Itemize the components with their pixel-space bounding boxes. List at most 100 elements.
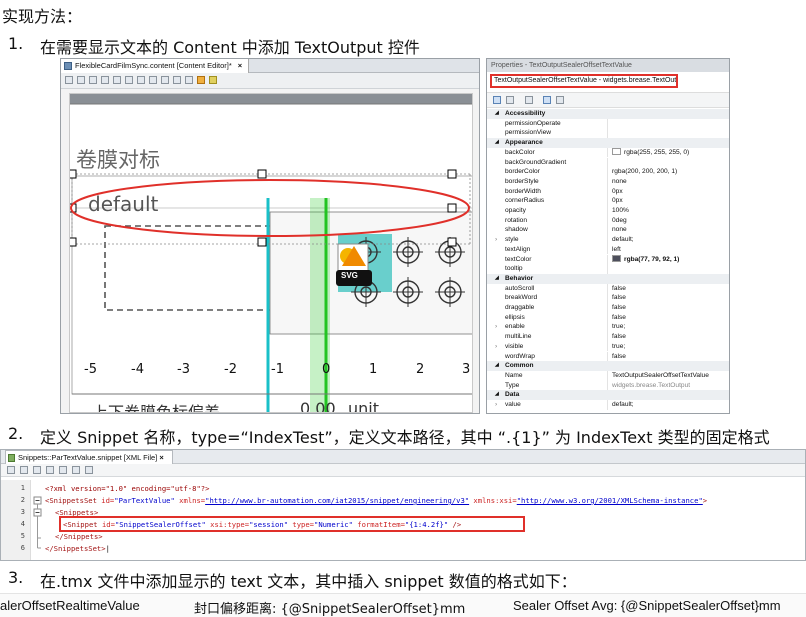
collapse-icon[interactable]: ◢ <box>495 138 499 148</box>
validate-icon[interactable] <box>20 466 28 474</box>
property-value[interactable]: default; <box>612 400 634 410</box>
property-value[interactable]: TextOutputSealerOffsetTextValue <box>612 371 709 381</box>
ungroup-icon[interactable] <box>173 76 181 84</box>
outdent-icon[interactable] <box>46 466 54 474</box>
align-bottom-icon[interactable] <box>113 76 121 84</box>
align-center-icon[interactable] <box>77 76 85 84</box>
color-swatch[interactable] <box>612 254 621 262</box>
property-category[interactable]: ◢ Appearance <box>487 138 729 148</box>
property-category[interactable]: ◢ Behavior <box>487 273 729 284</box>
xml-tab[interactable]: Snippets::ParTextValue.snippet [XML File… <box>5 450 173 464</box>
property-value[interactable]: 100% <box>612 206 629 216</box>
snippets-close-line[interactable]: </Snippets> <box>55 532 103 541</box>
collapse-icon[interactable]: ◢ <box>495 109 499 119</box>
property-row[interactable]: permissionView <box>487 128 729 139</box>
property-value[interactable]: rgba(77, 79, 92, 1) <box>612 254 679 265</box>
property-category[interactable]: ◢ Data <box>487 390 729 400</box>
property-row[interactable]: › style default; <box>487 235 729 245</box>
property-row[interactable]: › visible true; <box>487 341 729 352</box>
align-right-icon[interactable] <box>89 76 97 84</box>
close-icon[interactable]: × <box>159 453 163 462</box>
snippetsset-close-line[interactable]: </SnippetsSet>| <box>45 544 110 553</box>
property-category[interactable]: ◢ Accessibility <box>487 109 729 119</box>
property-row[interactable]: opacity 100% <box>487 206 729 216</box>
property-value[interactable]: false <box>612 303 626 313</box>
property-row[interactable]: borderWidth 0px <box>487 186 729 197</box>
property-value[interactable]: left <box>612 245 621 255</box>
property-row[interactable]: draggable false <box>487 303 729 313</box>
property-row[interactable]: ellipsis false <box>487 312 729 323</box>
property-value[interactable]: true; <box>612 322 625 332</box>
group-icon[interactable] <box>161 76 169 84</box>
text-output-widget[interactable]: default <box>88 192 158 216</box>
property-row[interactable]: tooltip <box>487 264 729 274</box>
property-row[interactable]: backColor rgba(255, 255, 255, 0) <box>487 147 729 158</box>
property-value[interactable]: widgets.brease.TextOutput <box>612 381 690 391</box>
property-row[interactable]: Type widgets.brease.TextOutput <box>487 380 729 391</box>
property-value[interactable]: none <box>612 177 627 187</box>
property-row[interactable]: textAlign left <box>487 244 729 255</box>
property-value[interactable]: rgba(200, 200, 200, 1) <box>612 167 677 177</box>
property-value[interactable]: 0deg <box>612 216 627 226</box>
property-row[interactable]: rotation 0deg <box>487 215 729 226</box>
uncomment-icon[interactable] <box>72 466 80 474</box>
property-row[interactable]: multiLine false <box>487 332 729 342</box>
distribute-icon[interactable] <box>125 76 133 84</box>
snippetsset-line[interactable]: <SnippetsSet id="ParTextValue" xmlns="ht… <box>45 496 707 505</box>
property-row[interactable]: Name TextOutputSealerOffsetTextValue <box>487 370 729 381</box>
property-row[interactable]: borderColor rgba(200, 200, 200, 1) <box>487 167 729 177</box>
property-value[interactable]: true; <box>612 342 625 352</box>
wrap-icon[interactable] <box>85 466 93 474</box>
align-left-icon[interactable] <box>65 76 73 84</box>
categorized-icon[interactable] <box>493 96 501 104</box>
property-value[interactable]: 0px <box>612 187 623 197</box>
expand-icon[interactable]: › <box>495 322 497 332</box>
property-row[interactable]: shadow none <box>487 225 729 236</box>
collapse-icon[interactable]: ◢ <box>495 274 499 284</box>
selected-widget-dropdown[interactable]: TextOutputSealerOffsetTextValue - widget… <box>490 74 678 88</box>
property-value[interactable]: false <box>612 284 626 294</box>
property-value[interactable]: 0px <box>612 196 623 206</box>
property-value[interactable]: rgba(255, 255, 255, 0) <box>612 147 689 158</box>
property-row[interactable]: cornerRadius 0px <box>487 196 729 206</box>
property-row[interactable]: wordWrap false <box>487 351 729 362</box>
property-row[interactable]: permissionOperate <box>487 118 729 129</box>
properties-icon[interactable] <box>543 96 551 104</box>
property-row[interactable]: autoScroll false <box>487 283 729 294</box>
property-row[interactable]: backGroundGradient <box>487 157 729 168</box>
property-row[interactable]: breakWord false <box>487 293 729 303</box>
collapse-icon[interactable]: ◢ <box>495 390 499 400</box>
property-value[interactable]: false <box>612 293 626 303</box>
property-value[interactable]: false <box>612 352 626 362</box>
expand-icon[interactable]: › <box>495 235 497 245</box>
property-row[interactable]: › enable true; <box>487 322 729 333</box>
collapse-icon[interactable]: ◢ <box>495 361 499 371</box>
property-row[interactable]: borderStyle none <box>487 176 729 187</box>
property-category[interactable]: ◢ Common <box>487 361 729 371</box>
property-value[interactable]: default; <box>612 235 634 245</box>
bring-front-icon[interactable] <box>137 76 145 84</box>
expand-icon[interactable]: › <box>495 342 497 352</box>
color-swatch[interactable] <box>612 147 621 155</box>
send-back-icon[interactable] <box>149 76 157 84</box>
events-icon[interactable] <box>525 96 533 104</box>
settings-icon[interactable] <box>209 76 217 84</box>
align-top-icon[interactable] <box>101 76 109 84</box>
tmx-text-id[interactable]: alerOffsetRealtimeValue <box>0 598 140 613</box>
close-icon[interactable]: × <box>238 61 242 70</box>
comment-icon[interactable] <box>59 466 67 474</box>
editor-tab[interactable]: FlexibleCardFilmSync.content [Content Ed… <box>61 59 250 73</box>
property-row[interactable]: textColor rgba(77, 79, 92, 1) <box>487 254 729 265</box>
property-value[interactable]: false <box>612 313 626 323</box>
tmx-text-zh[interactable]: 封口偏移距离: {@SnippetSealerOffset}mm <box>194 598 465 617</box>
format-icon[interactable] <box>7 466 15 474</box>
expand-icon[interactable]: › <box>495 400 497 410</box>
sort-alpha-icon[interactable] <box>506 96 514 104</box>
tmx-text-en[interactable]: Sealer Offset Avg: {@SnippetSealerOffset… <box>513 598 781 613</box>
zoom-icon[interactable] <box>185 76 193 84</box>
lightning-icon[interactable] <box>556 96 564 104</box>
indent-icon[interactable] <box>33 466 41 474</box>
preview-icon[interactable] <box>197 76 205 84</box>
xml-declaration-line[interactable]: <?xml version="1.0" encoding="utf-8"?> <box>45 484 209 493</box>
property-value[interactable]: false <box>612 332 626 342</box>
